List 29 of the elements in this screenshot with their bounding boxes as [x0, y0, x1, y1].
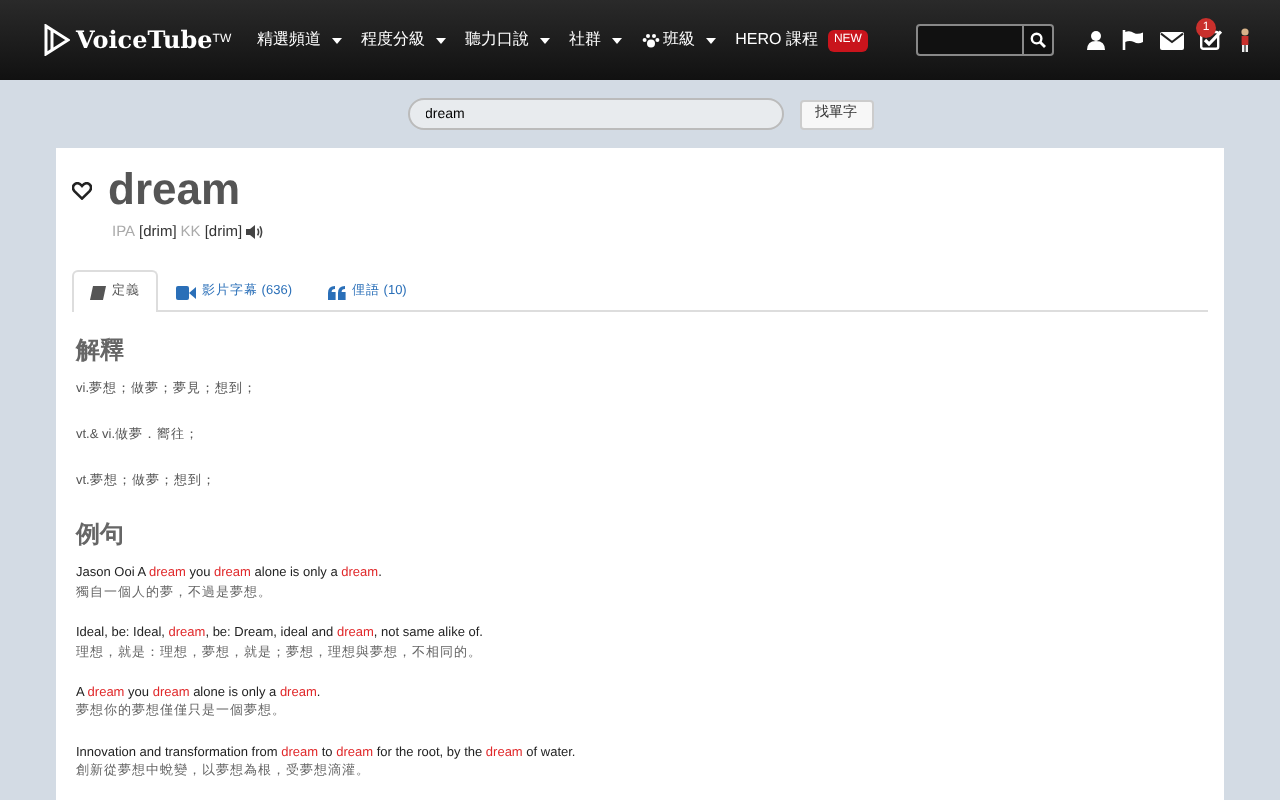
search-button[interactable]: [1024, 24, 1054, 56]
speaker-icon[interactable]: [246, 223, 265, 240]
search-icon: [1030, 32, 1046, 48]
word-title: dream: [108, 168, 241, 212]
dropdown-menu-item[interactable]: 聽力口說: [455, 28, 560, 52]
checklist-icon[interactable]: [1200, 30, 1222, 50]
caret-icon: [611, 37, 622, 43]
caret-icon: [539, 37, 550, 43]
section-heading: 解釋: [76, 334, 126, 368]
caret-icon: [435, 37, 446, 43]
paw-icon: [641, 33, 660, 47]
dropdown-menu-item[interactable]: 社群: [559, 28, 632, 52]
logo[interactable]: VoiceTube$^{TW}$: [44, 22, 232, 58]
heart-icon[interactable]: [72, 181, 92, 199]
video-camera-icon: [176, 285, 196, 300]
user-icon[interactable]: [1086, 30, 1106, 50]
play-logo-icon: [44, 24, 70, 56]
caret-icon: [705, 37, 716, 43]
book-icon: [90, 285, 106, 300]
person-figure-icon[interactable]: [1238, 28, 1252, 52]
quote-icon: [327, 285, 346, 300]
caret-icon: [331, 37, 342, 43]
flag-icon[interactable]: [1122, 30, 1144, 50]
section-heading: 例句: [76, 518, 126, 553]
dropdown-menu-item[interactable]: 班級: [631, 28, 726, 52]
dropdown-menu-item[interactable]: 精選頻道: [247, 28, 352, 52]
envelope-icon[interactable]: [1160, 31, 1184, 49]
dropdown-menu-item[interactable]: 程度分級: [351, 28, 456, 52]
nav-search-field[interactable]: [916, 24, 1024, 56]
